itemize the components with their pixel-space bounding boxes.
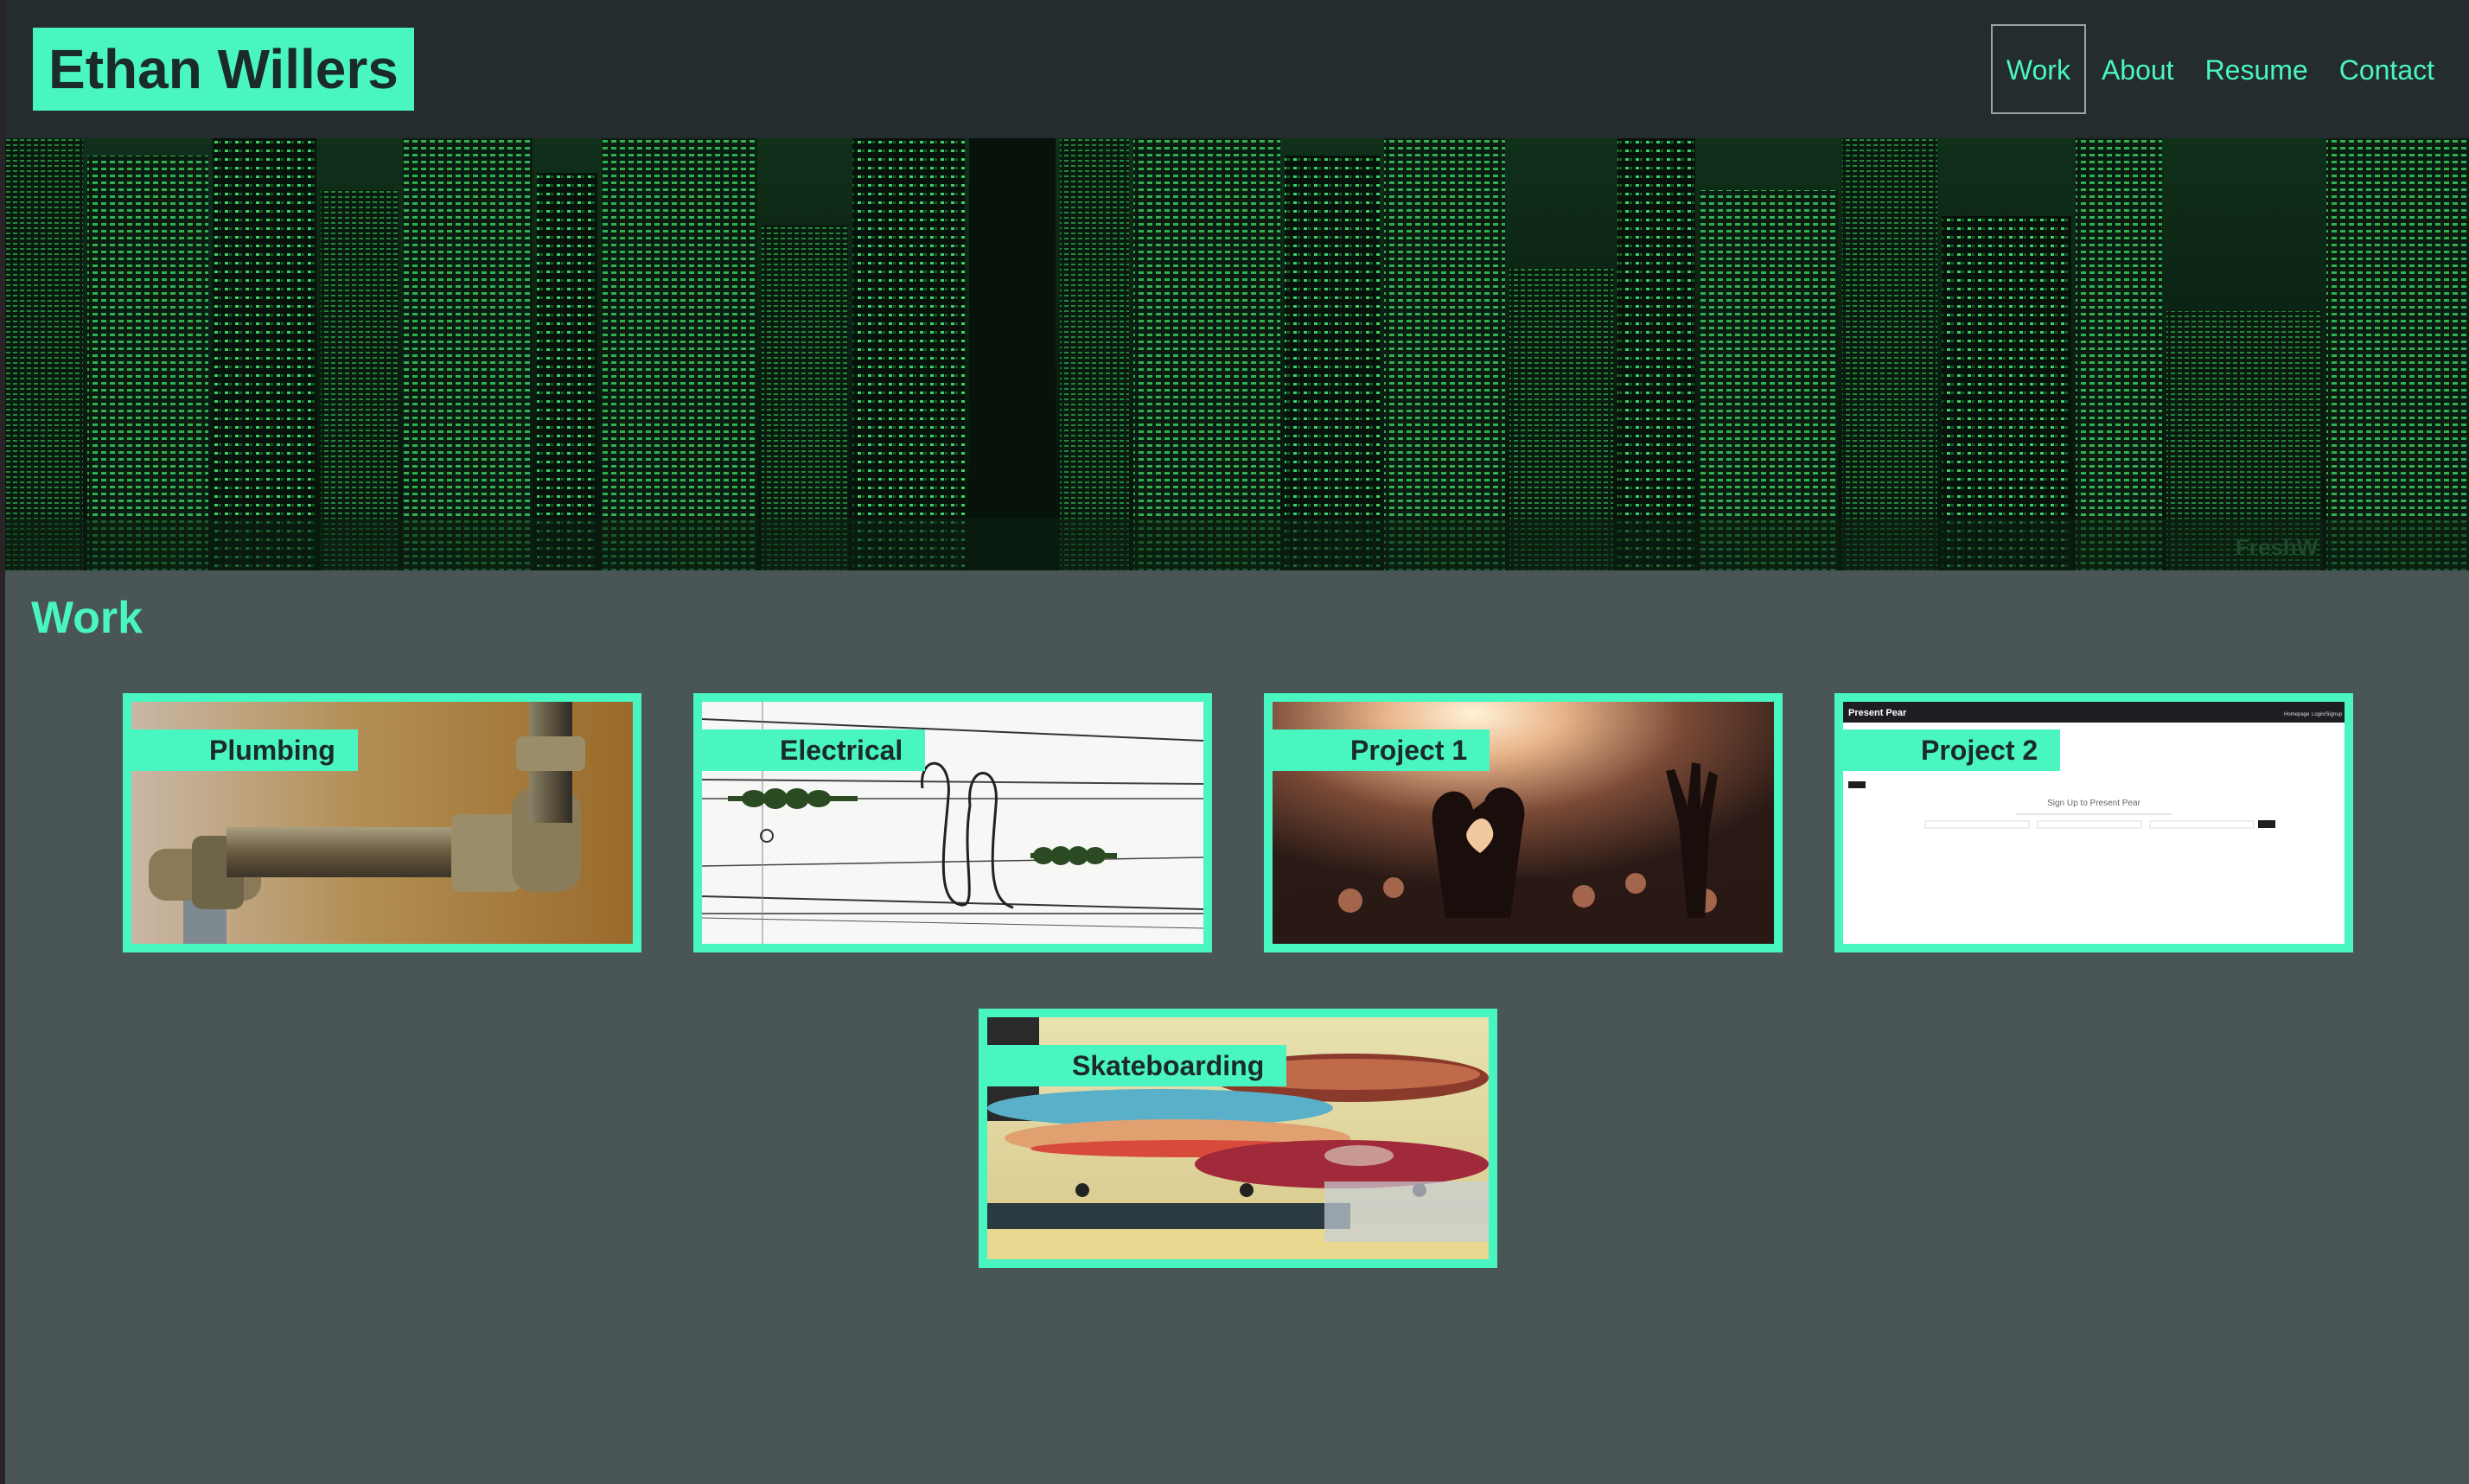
nav-about[interactable]: About [2086,24,2190,114]
banner-watermark: FreshW [2236,534,2319,560]
project-card-project-1[interactable]: Project 1 [1264,693,1783,952]
main-nav: Work About Resume Contact [1990,24,2450,114]
site-header: Ethan Willers Work About Resume Contact [5,0,2469,138]
city-skyline-image: FreshW [5,138,2469,570]
nav-resume[interactable]: Resume [2190,24,2324,114]
nav-work[interactable]: Work [1990,24,2086,114]
preview-link-homepage: Homepage [2284,712,2310,717]
site-title[interactable]: Ethan Willers [33,28,414,111]
project-card-plumbing[interactable]: Plumbing [123,693,641,952]
preview-app-name: Present Pear [1848,708,1907,718]
project-label-plumbing: Plumbing [131,729,358,771]
preview-signup-text: Sign Up to Present Pear [2047,799,2141,808]
work-heading: Work [31,593,144,643]
project-label-project-2: Project 2 [1843,729,2061,771]
project-card-skateboarding[interactable]: Skateboarding [979,1009,1497,1268]
project-label-electrical: Electrical [702,729,926,771]
nav-contact[interactable]: Contact [2324,24,2450,114]
hero-banner: FreshW [5,138,2469,570]
project-label-skateboarding: Skateboarding [987,1045,1287,1086]
preview-link-login: Login/Signup [2312,712,2343,717]
project-label-project-1: Project 1 [1273,729,1490,771]
project-card-electrical[interactable]: Electrical [693,693,1212,952]
project-card-project-2[interactable]: Present Pear Homepage Login/Signup Sign … [1834,693,2353,952]
